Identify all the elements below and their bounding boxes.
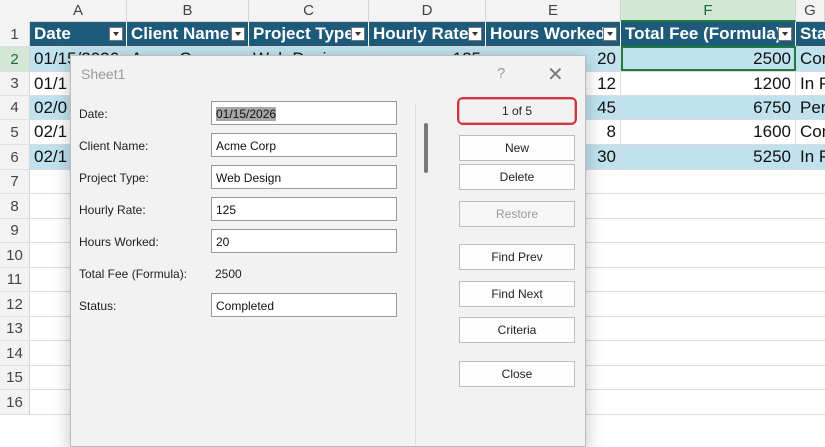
date-field[interactable]: 01/15/2026 — [211, 101, 397, 125]
cell-total-fee[interactable]: 5250 — [621, 145, 796, 169]
header-label: Project Type — [253, 24, 354, 43]
cell-status[interactable]: In P — [796, 145, 825, 169]
restore-button[interactable]: Restore — [459, 201, 575, 227]
row-header[interactable]: 9 — [0, 219, 30, 243]
dialog-titlebar[interactable]: Sheet1 ? ✕ — [71, 56, 585, 94]
field-label-hourly-rate: Hourly Rate: — [79, 203, 146, 217]
column-header-g[interactable]: G — [796, 0, 825, 22]
filter-dropdown-icon[interactable] — [603, 27, 617, 41]
date-field-value: 01/15/2026 — [216, 107, 277, 121]
dialog-title: Sheet1 — [81, 66, 126, 82]
find-next-button[interactable]: Find Next — [459, 281, 575, 307]
filter-dropdown-icon[interactable] — [778, 27, 792, 41]
header-cell-total-fee[interactable]: Total Fee (Formula) — [621, 22, 796, 46]
column-header-d[interactable]: D — [369, 0, 486, 22]
find-prev-button[interactable]: Find Prev — [459, 244, 575, 270]
close-button[interactable]: Close — [459, 361, 575, 387]
filter-dropdown-icon[interactable] — [109, 27, 123, 41]
project-type-field[interactable]: Web Design — [211, 165, 397, 189]
header-cell-date[interactable]: Date — [30, 22, 127, 46]
header-cell-hourly-rate[interactable]: Hourly Rate — [369, 22, 486, 46]
client-name-field[interactable]: Acme Corp — [211, 133, 397, 157]
row-header[interactable]: 12 — [0, 292, 30, 317]
header-cell-hours-worked[interactable]: Hours Worked — [486, 22, 621, 46]
new-button[interactable]: New — [459, 135, 575, 161]
filter-dropdown-icon[interactable] — [231, 27, 245, 41]
row-header[interactable]: 15 — [0, 366, 30, 390]
row-header[interactable]: 14 — [0, 341, 30, 366]
criteria-button[interactable]: Criteria — [459, 317, 575, 343]
row-header[interactable]: 11 — [0, 268, 30, 292]
field-label-status: Status: — [79, 299, 117, 313]
header-cell-client[interactable]: Client Name — [127, 22, 249, 46]
cell-total-fee[interactable]: 1200 — [621, 72, 796, 95]
filter-dropdown-icon[interactable] — [468, 27, 482, 41]
header-label: Total Fee (Formula) — [625, 24, 782, 43]
total-fee-value: 2500 — [215, 267, 242, 281]
field-label-client-name: Client Name: — [79, 139, 149, 153]
hourly-rate-field[interactable]: 125 — [211, 197, 397, 221]
column-header-e[interactable]: E — [486, 0, 621, 22]
field-label-project-type: Project Type: — [79, 171, 149, 185]
table-header-row: Date Client Name Project Type Hourly Rat… — [30, 22, 825, 47]
row-header[interactable]: 13 — [0, 317, 30, 341]
data-form-dialog: Sheet1 ? ✕ Date: 01/15/2026 Client Name:… — [70, 55, 586, 447]
field-label-total-fee: Total Fee (Formula): — [79, 267, 188, 281]
row-header[interactable]: 1 — [0, 22, 30, 47]
hours-worked-field[interactable]: 20 — [211, 229, 397, 253]
field-label-date: Date: — [79, 107, 108, 121]
header-label: Hours Worked — [490, 24, 606, 43]
header-label: Hourly Rate — [373, 24, 469, 43]
active-cell-indicator — [621, 46, 796, 71]
row-header[interactable]: 3 — [0, 72, 30, 96]
header-cell-project-type[interactable]: Project Type — [249, 22, 369, 46]
select-all-corner[interactable] — [0, 0, 31, 23]
header-label: Client Name — [131, 24, 230, 43]
row-header[interactable]: 7 — [0, 170, 30, 194]
help-icon[interactable]: ? — [497, 65, 505, 82]
record-indicator-highlight — [457, 97, 577, 125]
row-header[interactable]: 5 — [0, 120, 30, 145]
dialog-divider — [415, 104, 416, 444]
cell-status[interactable]: Com — [796, 47, 825, 71]
cell-total-fee[interactable]: 1600 — [621, 120, 796, 144]
column-header-c[interactable]: C — [249, 0, 369, 22]
field-label-hours-worked: Hours Worked: — [79, 235, 159, 249]
column-header-f[interactable]: F — [621, 0, 796, 22]
row-header[interactable]: 6 — [0, 145, 30, 170]
close-icon[interactable]: ✕ — [547, 62, 564, 87]
column-header-a[interactable]: A — [30, 0, 127, 22]
column-header-b[interactable]: B — [127, 0, 249, 22]
header-label: Status — [800, 24, 825, 43]
row-header[interactable]: 4 — [0, 96, 30, 120]
record-scrollbar[interactable] — [424, 123, 428, 173]
cell-total-fee[interactable]: 6750 — [621, 96, 796, 119]
status-field[interactable]: Completed — [211, 293, 397, 317]
filter-dropdown-icon[interactable] — [351, 27, 365, 41]
cell-status[interactable]: Pen — [796, 96, 825, 119]
header-label: Date — [34, 24, 71, 43]
row-header[interactable]: 16 — [0, 390, 30, 415]
delete-button[interactable]: Delete — [459, 164, 575, 190]
cell-status[interactable]: In P — [796, 72, 825, 95]
header-cell-status[interactable]: Status — [796, 22, 825, 46]
row-header[interactable]: 8 — [0, 194, 30, 219]
cell-status[interactable]: Com — [796, 120, 825, 144]
row-header[interactable]: 2 — [0, 47, 30, 72]
row-header[interactable]: 10 — [0, 243, 30, 268]
